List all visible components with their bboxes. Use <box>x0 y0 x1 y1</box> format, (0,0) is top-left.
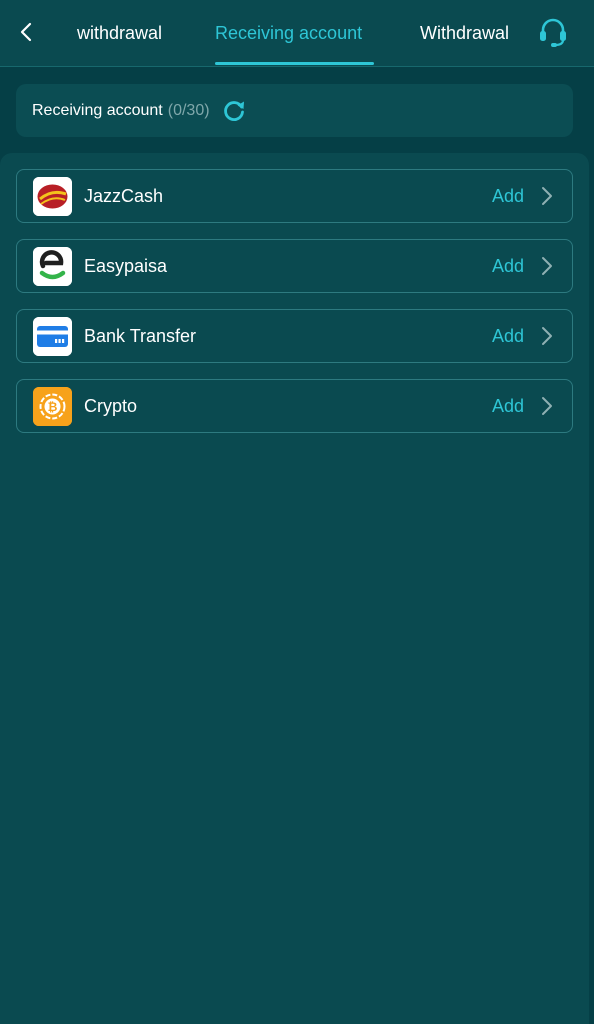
account-count: (0/30) <box>167 101 210 119</box>
add-jazzcash-link[interactable]: Add <box>492 170 524 222</box>
tab-receiving-account[interactable]: Receiving account <box>215 0 362 66</box>
tab-withdrawal-records[interactable]: Withdrawal <box>420 0 509 66</box>
refresh-icon[interactable] <box>221 98 247 124</box>
method-row-crypto[interactable]: ₿ Crypto Add <box>16 379 573 433</box>
jazzcash-logo <box>33 177 72 216</box>
method-name: Easypaisa <box>84 255 168 276</box>
chevron-right-icon <box>540 256 554 276</box>
bank-card-icon <box>33 317 72 356</box>
add-bank-transfer-link[interactable]: Add <box>492 310 524 362</box>
method-row-jazzcash[interactable]: JazzCash Add <box>16 169 573 223</box>
method-row-bank-transfer[interactable]: Bank Transfer Add <box>16 309 573 363</box>
back-button[interactable] <box>12 16 40 48</box>
easypaisa-logo <box>33 247 72 286</box>
method-name: JazzCash <box>84 185 164 206</box>
add-crypto-link[interactable]: Add <box>492 380 524 432</box>
customer-service-button[interactable] <box>535 14 571 50</box>
summary-label: Receiving account <box>32 101 163 119</box>
headset-icon <box>540 18 566 47</box>
chevron-right-icon <box>540 396 554 416</box>
receiving-account-summary: Receiving account (0/30) <box>16 84 573 137</box>
add-easypaisa-link[interactable]: Add <box>492 240 524 292</box>
chevron-left-icon <box>20 22 32 42</box>
method-row-easypaisa[interactable]: Easypaisa Add <box>16 239 573 293</box>
svg-text:₿: ₿ <box>48 400 58 414</box>
method-name: Bank Transfer <box>84 325 197 346</box>
crypto-coin-icon: ₿ <box>33 387 72 426</box>
chevron-right-icon <box>540 186 554 206</box>
tab-withdrawal[interactable]: withdrawal <box>77 0 162 66</box>
chevron-right-icon <box>540 326 554 346</box>
top-navigation-bar: withdrawal Receiving account Withdrawal <box>0 0 594 67</box>
method-name: Crypto <box>84 395 138 416</box>
active-tab-indicator <box>215 62 374 65</box>
